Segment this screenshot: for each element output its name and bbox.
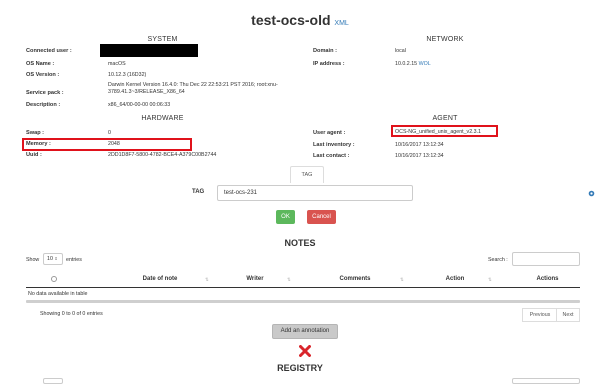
domain-label: Domain : [313, 48, 337, 54]
last-inventory-label: Last inventory : [313, 142, 355, 148]
device-name: test-ocs-old [251, 12, 331, 28]
notes-heading: NOTES [284, 238, 316, 248]
previous-button[interactable]: Previous [522, 308, 558, 322]
last-contact-label: Last contact : [313, 153, 350, 159]
tab-tag[interactable]: TAG [290, 166, 324, 183]
table-info: Showing 0 to 0 of 0 entries [40, 311, 103, 317]
uuid-label: Uuid : [26, 152, 42, 158]
os-version-value: 10.12.3 (16D32) [108, 72, 147, 78]
next-button[interactable]: Next [556, 308, 580, 322]
ip-address-label: IP address : [313, 61, 345, 67]
last-contact-value: 10/16/2017 13:12:34 [395, 153, 444, 159]
service-pack-label: Service pack : [26, 90, 64, 96]
show-entries-suffix: entries [66, 257, 82, 263]
xml-link[interactable]: XML [334, 20, 348, 27]
col-writer[interactable]: Writer [225, 276, 285, 282]
connected-user-redacted [100, 44, 198, 57]
entries-select-value: 10 [47, 256, 53, 262]
connected-user-label: Connected user : [26, 48, 72, 54]
sort-icon: ⇅ [488, 277, 492, 282]
swap-label: Swap : [26, 130, 45, 136]
cancel-button[interactable]: Cancel [307, 210, 336, 224]
hardware-heading: HARDWARE [141, 115, 184, 122]
col-comments[interactable]: Comments [315, 276, 395, 282]
user-agent-label: User agent : [313, 130, 346, 136]
tag-input[interactable]: test-ocs-231 [217, 185, 413, 201]
service-pack-value: Darwin Kernel Version 16.4.0: Thu Dec 22… [108, 82, 278, 95]
registry-search-input[interactable] [512, 378, 580, 384]
sort-icon: ⇅ [287, 277, 291, 282]
gear-icon[interactable] [588, 184, 595, 197]
registry-entries-select[interactable] [43, 378, 63, 384]
last-inventory-value: 10/16/2017 13:12:34 [395, 142, 444, 148]
tag-form-label: TAG [192, 189, 205, 195]
description-value: x86_64/00-00-00 00:06:33 [108, 102, 171, 108]
memory-value: 2048 [108, 141, 120, 147]
sort-icon: ⇅ [205, 277, 209, 282]
select-arrows-icon: ⇕ [54, 256, 58, 261]
swap-value: 0 [108, 130, 111, 136]
uuid-value: 2DD1D8F7-5800-4782-BCE4-A379C00B2744 [108, 152, 217, 158]
entries-select[interactable]: 10 ⇕ [43, 253, 63, 265]
agent-heading: AGENT [432, 115, 458, 122]
os-version-label: OS Version : [26, 72, 60, 78]
col-action[interactable]: Action [425, 276, 485, 282]
add-annotation-button[interactable]: Add an annotation [272, 324, 338, 339]
select-all-radio[interactable] [51, 276, 57, 282]
table-scrollbar[interactable] [26, 300, 580, 303]
show-entries-prefix: Show [26, 257, 40, 263]
user-agent-value: OCS-NG_unified_unix_agent_v2.3.1 [395, 129, 481, 135]
page-title: test-ocs-old XML [0, 12, 600, 28]
registry-heading: REGISTRY [277, 363, 323, 373]
wol-link[interactable]: WOL [419, 61, 431, 67]
search-input[interactable] [512, 252, 580, 266]
table-empty-message: No data available in table [28, 291, 88, 297]
ok-button[interactable]: OK [276, 210, 295, 224]
memory-label: Memory : [26, 141, 51, 147]
domain-value: local [395, 48, 406, 54]
system-heading: SYSTEM [147, 36, 178, 43]
col-actions[interactable]: Actions [520, 276, 575, 282]
os-name-value: macOS [108, 61, 126, 67]
network-heading: NETWORK [426, 36, 464, 43]
os-name-label: OS Name : [26, 61, 55, 67]
ip-address: 10.0.2.15 WOL [395, 61, 431, 67]
sort-icon: ⇅ [400, 277, 404, 282]
col-date-of-note[interactable]: Date of note [110, 276, 210, 282]
delete-icon[interactable] [299, 344, 311, 357]
ip-address-value: 10.0.2.15 [395, 61, 418, 67]
description-label: Description : [26, 102, 61, 108]
search-label: Search : [488, 257, 508, 263]
